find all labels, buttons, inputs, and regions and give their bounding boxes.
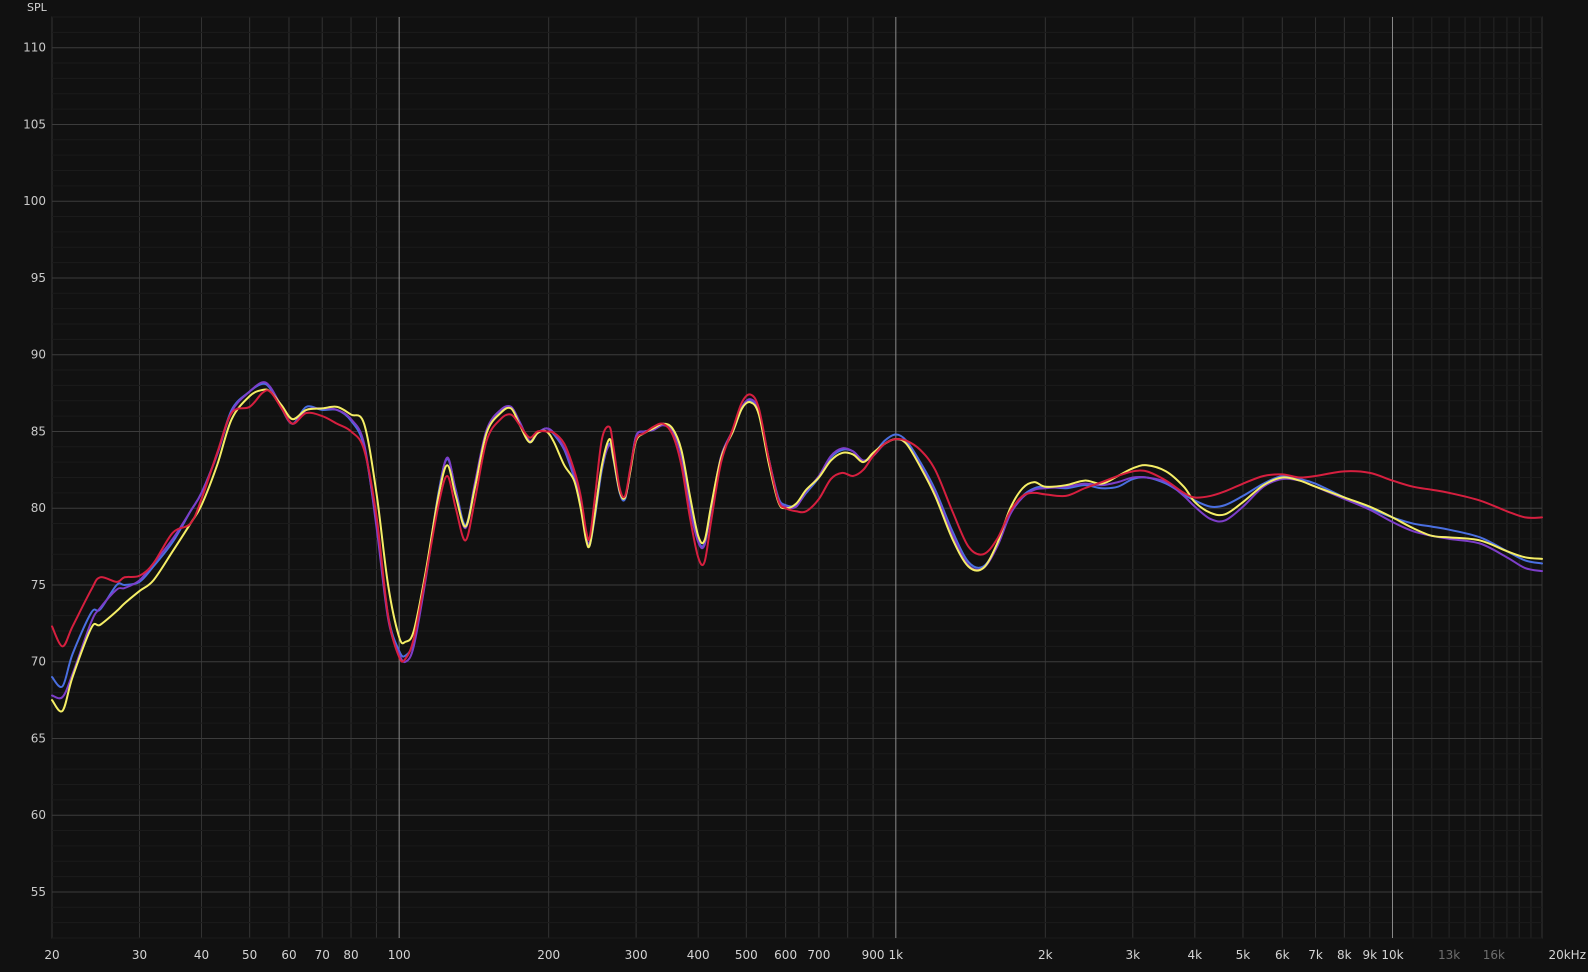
y-tick-label: 65 xyxy=(31,731,46,745)
x-tick-label: 3k xyxy=(1125,948,1140,962)
y-tick-label: 100 xyxy=(23,194,46,208)
y-tick-label: 105 xyxy=(23,117,46,131)
y-tick-label: 80 xyxy=(31,501,46,515)
x-tick-label: 13k xyxy=(1438,948,1460,962)
x-tick-label: 4k xyxy=(1188,948,1203,962)
x-tick-label: 600 xyxy=(774,948,797,962)
x-tick-label: 9k xyxy=(1362,948,1377,962)
x-tick-label: 80 xyxy=(343,948,358,962)
y-tick-label: 90 xyxy=(31,348,46,362)
minor-grid xyxy=(51,16,1543,939)
y-tick-label: 60 xyxy=(31,808,46,822)
x-tick-label: 200 xyxy=(537,948,560,962)
x-tick-label: 8k xyxy=(1337,948,1352,962)
x-tick-label: 70 xyxy=(315,948,330,962)
x-tick-label: 100 xyxy=(388,948,411,962)
x-tick-label: 16k xyxy=(1483,948,1505,962)
y-tick-label: 55 xyxy=(31,885,46,899)
y-tick-label: 110 xyxy=(23,41,46,55)
x-tick-label: 20 xyxy=(44,948,59,962)
x-tick-label: 700 xyxy=(807,948,830,962)
y-tick-label: 95 xyxy=(31,271,46,285)
x-tick-label: 2k xyxy=(1038,948,1053,962)
x-tick-label: 1k xyxy=(889,948,904,962)
x-tick-label: 6k xyxy=(1275,948,1290,962)
x-tick-label: 7k xyxy=(1308,948,1323,962)
x-tick-label: 300 xyxy=(625,948,648,962)
x-tick-label: 5k xyxy=(1236,948,1251,962)
chart-background xyxy=(0,0,1588,972)
y-tick-label: 75 xyxy=(31,578,46,592)
x-tick-label: 400 xyxy=(687,948,710,962)
chart-svg: 55 60 65 70 75 80 85 90 95 100 105 110 20 30 40 50 60 70… xyxy=(0,0,1588,972)
y-tick-label: 85 xyxy=(31,424,46,438)
y-tick-label: 70 xyxy=(31,655,46,669)
x-tick-label: 30 xyxy=(132,948,147,962)
x-tick-label: 60 xyxy=(281,948,296,962)
x-tick-label: 10k xyxy=(1381,948,1403,962)
x-tick-label: 40 xyxy=(194,948,209,962)
x-tick-label: 900 xyxy=(862,948,885,962)
y-axis-label: SPL xyxy=(27,1,48,14)
x-tick-label: 500 xyxy=(735,948,758,962)
x-tick-label: 20kHz xyxy=(1548,948,1586,962)
x-tick-label: 50 xyxy=(242,948,257,962)
frequency-response-chart: 55 60 65 70 75 80 85 90 95 100 105 110 20 30 40 50 60 70… xyxy=(0,0,1588,972)
